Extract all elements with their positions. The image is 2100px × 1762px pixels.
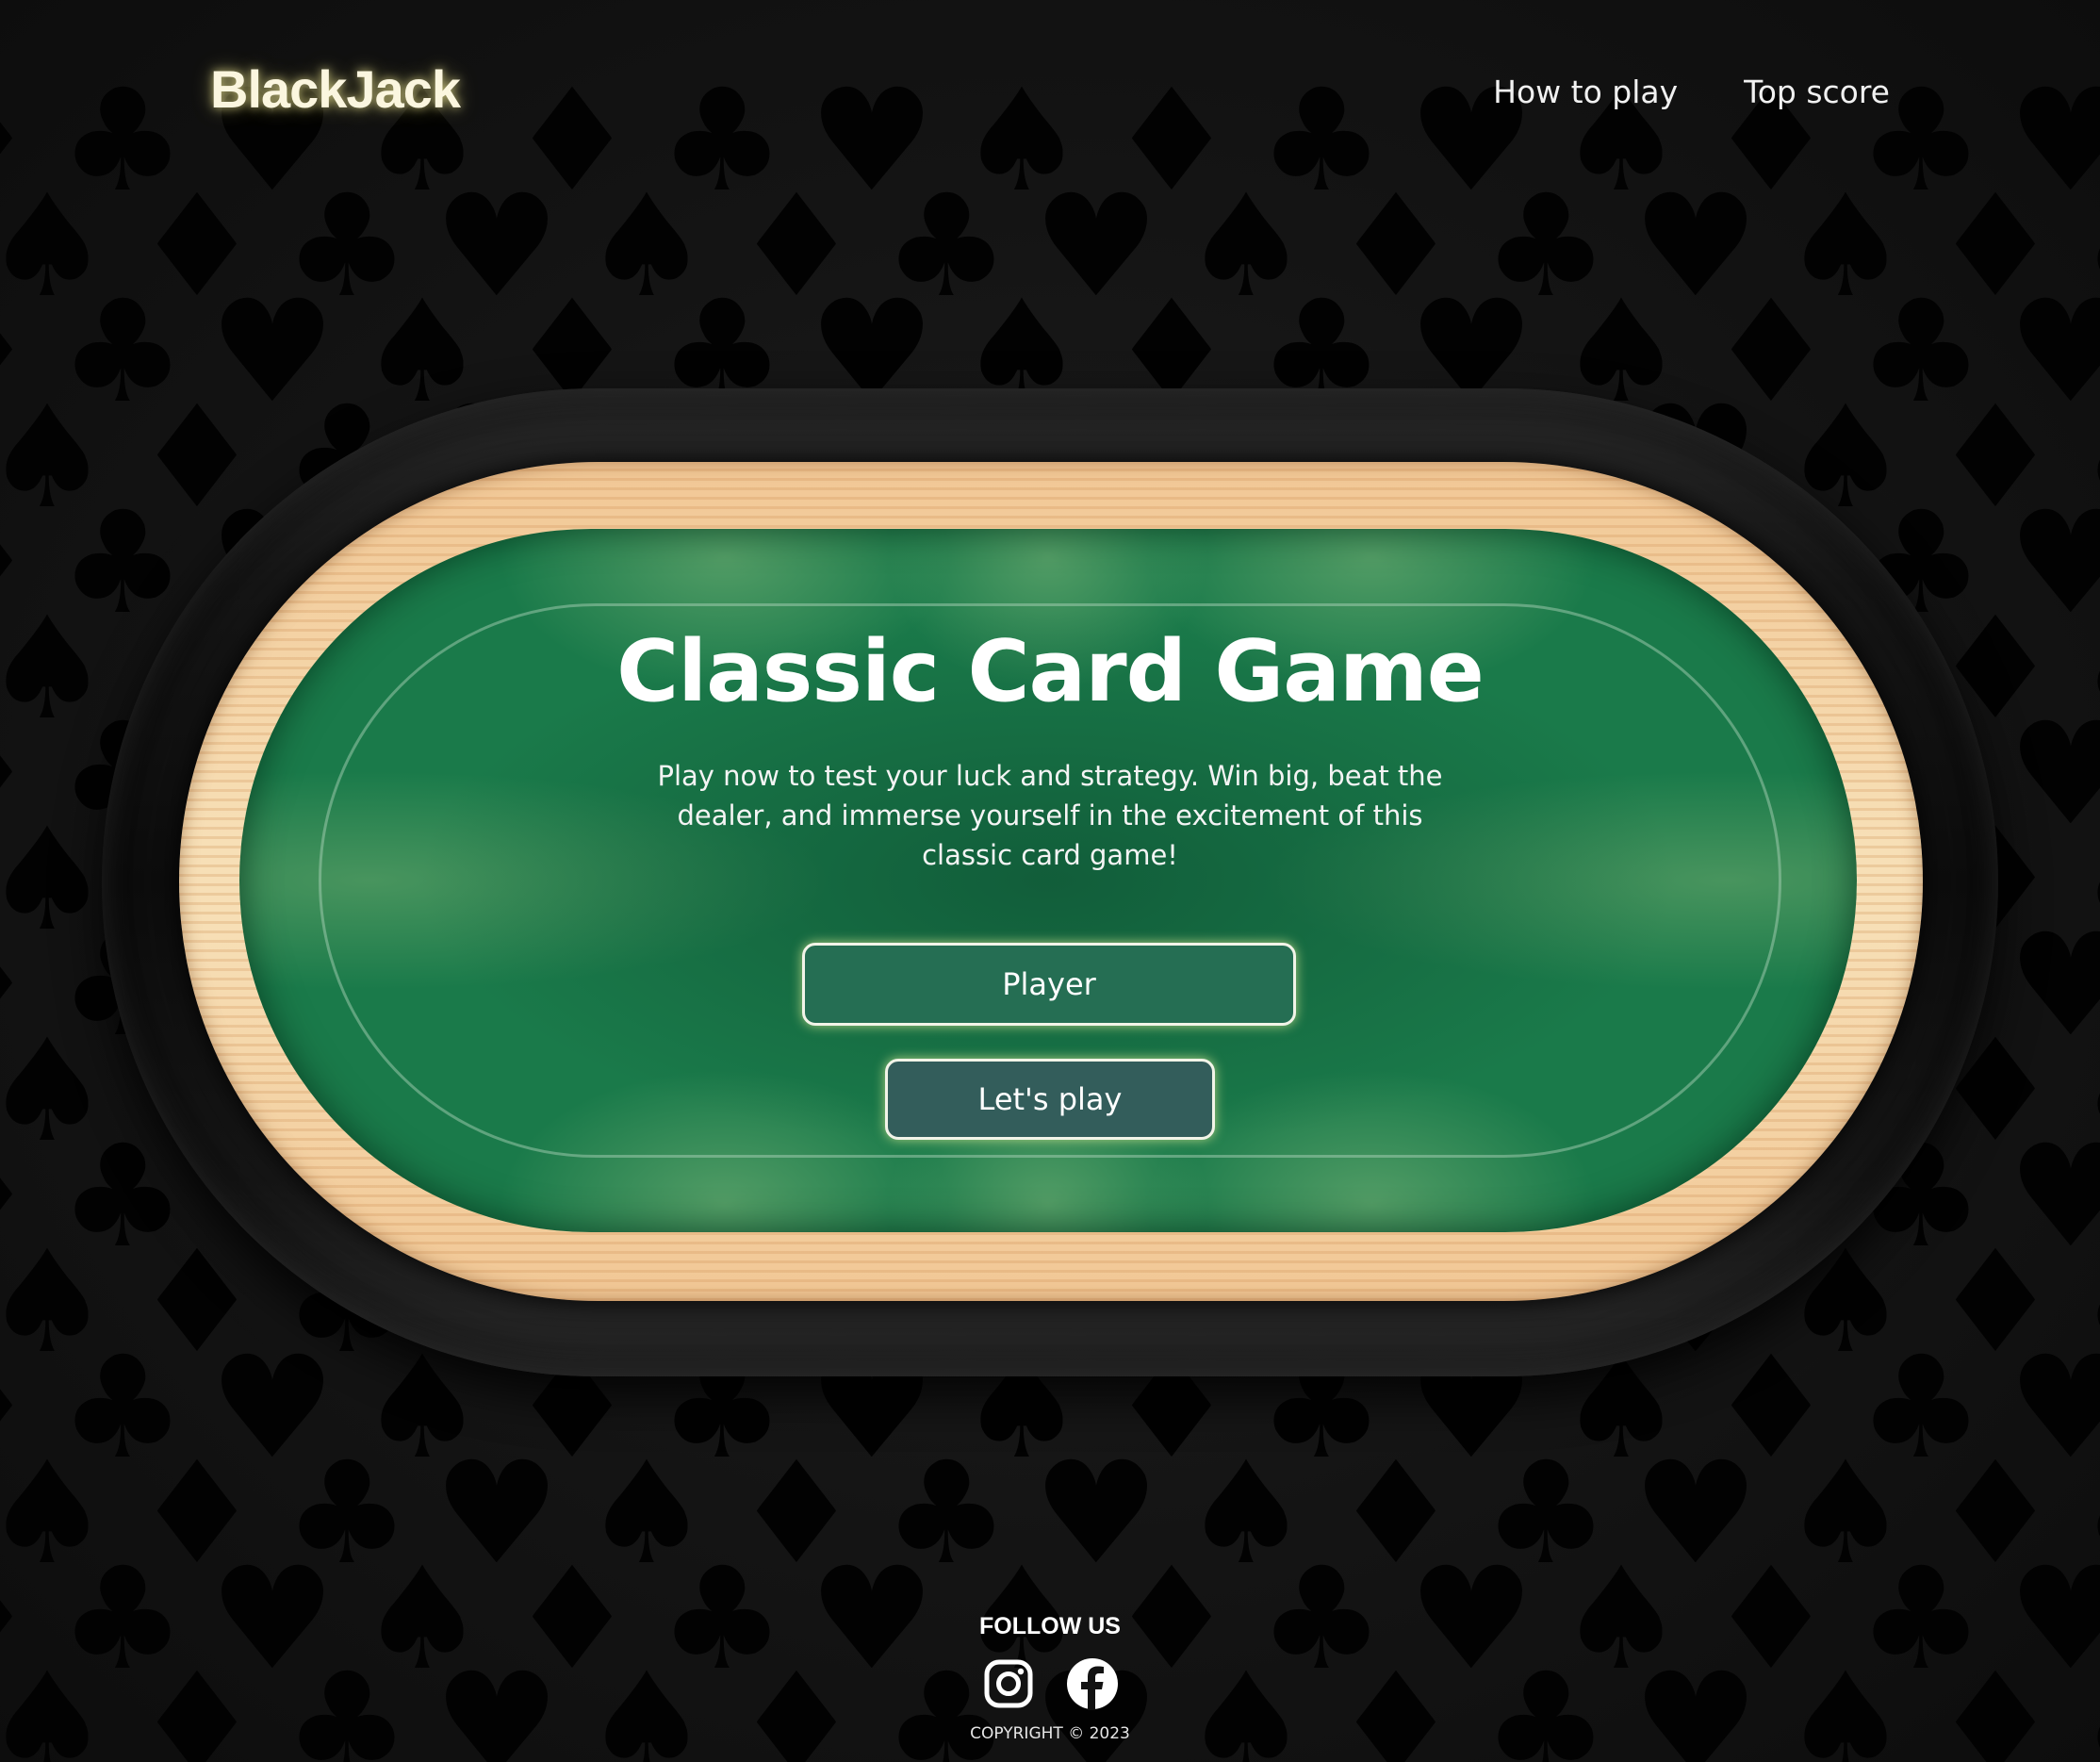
spade-icon: ♠: [0, 1432, 111, 1596]
club-icon: ♣: [1482, 1432, 1610, 1596]
club-icon: ♣: [2082, 176, 2100, 318]
club-icon: ♣: [58, 1326, 187, 1490]
heart-icon: ♥: [2007, 1326, 2100, 1490]
spade-icon: ♠: [1182, 165, 1310, 329]
club-icon: ♣: [882, 1432, 1010, 1596]
spade-icon: ♠: [0, 1010, 111, 1174]
heart-icon: ♥: [208, 1326, 336, 1490]
club-icon: ♣: [58, 59, 187, 223]
nav-top-score[interactable]: Top score: [1744, 74, 1890, 110]
spade-icon: ♠: [1781, 165, 1910, 329]
club-icon: ♣: [882, 165, 1010, 329]
diamond-icon: ♦: [0, 704, 36, 846]
spade-icon: ♠: [1781, 1432, 1910, 1596]
heart-icon: ♥: [1032, 1432, 1160, 1596]
follow-us-label: FOLLOW US: [979, 1613, 1121, 1639]
club-icon: ♣: [658, 59, 786, 223]
instagram-icon[interactable]: [982, 1657, 1035, 1710]
diamond-icon: ♦: [0, 493, 36, 634]
club-icon: ♣: [58, 271, 187, 435]
club-icon: ♣: [283, 1432, 411, 1596]
diamond-icon: ♦: [133, 165, 261, 329]
heart-icon: ♥: [2007, 271, 2100, 435]
heart-icon: ♥: [1632, 1432, 1760, 1596]
lets-play-button[interactable]: Let's play: [885, 1059, 1215, 1140]
diamond-icon: ♦: [1931, 1432, 2059, 1596]
heart-icon: ♥: [808, 59, 936, 223]
facebook-icon[interactable]: [1066, 1657, 1119, 1710]
diamond-icon: ♦: [1707, 1326, 1835, 1490]
heart-icon: ♥: [433, 1432, 561, 1596]
spade-icon: ♠: [0, 1221, 111, 1385]
spade-icon: ♠: [0, 165, 111, 329]
heart-icon: ♥: [2007, 904, 2100, 1068]
club-icon: ♣: [2082, 1232, 2100, 1374]
diamond-icon: ♦: [1931, 165, 2059, 329]
club-icon: ♣: [58, 1115, 187, 1279]
diamond-icon: ♦: [0, 1338, 36, 1479]
heart-icon: ♥: [433, 165, 561, 329]
diamond-icon: ♦: [732, 165, 861, 329]
heart-icon: ♥: [208, 271, 336, 435]
spade-icon: ♠: [582, 1432, 711, 1596]
club-icon: ♣: [2082, 1021, 2100, 1162]
hero-description: Play now to test your luck and strategy.…: [657, 760, 1443, 871]
heart-icon: ♥: [2007, 482, 2100, 646]
spade-icon: ♠: [0, 799, 111, 963]
spade-icon: ♠: [958, 59, 1086, 223]
diamond-icon: ♦: [732, 1432, 861, 1596]
club-icon: ♣: [1857, 271, 1985, 435]
diamond-icon: ♦: [1107, 59, 1236, 223]
club-icon: ♣: [1257, 59, 1386, 223]
club-icon: ♣: [1857, 1326, 1985, 1490]
club-icon: ♣: [283, 165, 411, 329]
heart-icon: ♥: [1632, 165, 1760, 329]
nav-how-to-play[interactable]: How to play: [1493, 74, 1678, 110]
copyright-text: COPYRIGHT © 2023: [970, 1724, 1130, 1743]
diamond-icon: ♦: [0, 915, 36, 1057]
club-icon: ♣: [2082, 810, 2100, 951]
diamond-icon: ♦: [1931, 1221, 2059, 1385]
diamond-icon: ♦: [133, 1221, 261, 1385]
spade-icon: ♠: [0, 376, 111, 540]
spade-icon: ♠: [358, 271, 486, 435]
heart-icon: ♥: [2007, 1115, 2100, 1279]
page: ♦♣♥♠♦♣♥♠♦♣♥♠♦♣♥♠♥♠♦♣♥♠♦♣♥♠♦♣♥♠♦♣♦♣♥♠♦♣♥♠…: [0, 0, 2100, 1762]
diamond-icon: ♦: [133, 1432, 261, 1596]
club-icon: ♣: [2082, 1443, 2100, 1585]
spade-icon: ♠: [582, 165, 711, 329]
diamond-icon: ♦: [508, 59, 636, 223]
page-title: Classic Card Game: [616, 622, 1485, 721]
diamond-icon: ♦: [133, 376, 261, 540]
heart-icon: ♥: [2007, 693, 2100, 857]
diamond-icon: ♦: [0, 1127, 36, 1268]
diamond-icon: ♦: [1332, 165, 1460, 329]
top-nav: How to play Top score: [1493, 74, 1890, 110]
diamond-icon: ♦: [0, 71, 36, 212]
club-icon: ♣: [1482, 165, 1610, 329]
diamond-icon: ♦: [1931, 376, 2059, 540]
player-button[interactable]: Player: [802, 943, 1296, 1026]
heart-icon: ♥: [2007, 59, 2100, 223]
spade-icon: ♠: [1182, 1432, 1310, 1596]
diamond-icon: ♦: [0, 282, 36, 423]
diamond-icon: ♦: [1332, 1432, 1460, 1596]
club-icon: ♣: [2082, 387, 2100, 529]
diamond-icon: ♦: [1707, 271, 1835, 435]
social-links: [0, 1657, 2100, 1710]
club-icon: ♣: [58, 482, 187, 646]
logo[interactable]: BlackJack: [210, 58, 461, 120]
heart-icon: ♥: [1032, 165, 1160, 329]
